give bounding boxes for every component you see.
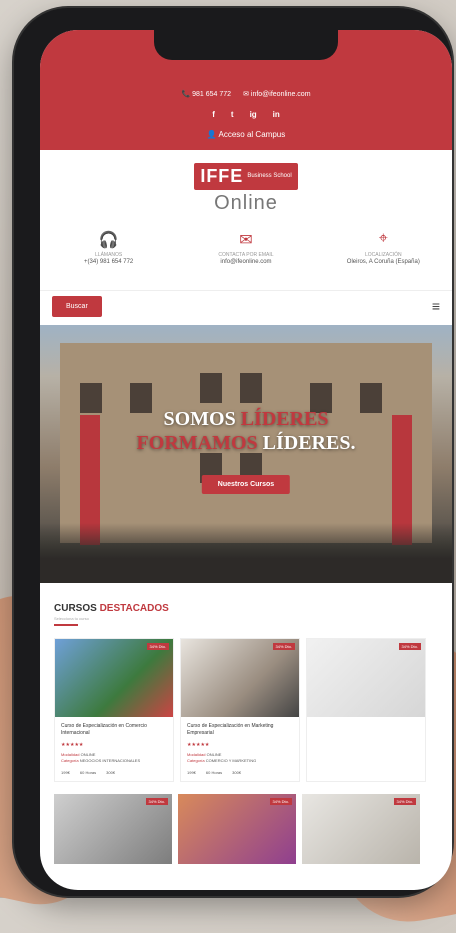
discount-badge: 34% Dto. [398,643,421,650]
discount-badge: 34% Dto. [145,798,168,805]
featured-title-b: DESTACADOS [99,603,169,614]
course-plazo: 300€ [106,770,116,775]
info-email[interactable]: ✉ CONTACTA POR EMAIL info@ifeonline.com [186,230,306,265]
course-cards: 34% Dto. Curso de Especialización en Com… [54,638,438,782]
linkedin-icon[interactable]: in [273,110,280,119]
title-underline [54,624,78,626]
phone-screen: 📞 981 654 772 ✉ info@ifeonline.com f t i… [40,30,452,890]
course-body: Curso de Especialización en Marketing Em… [181,717,299,781]
phone-frame: 📞 981 654 772 ✉ info@ifeonline.com f t i… [14,8,452,896]
course-price: 199€ [61,770,70,775]
hero-line1-b: LÍDERES [240,408,329,430]
hamburger-menu-icon[interactable]: ≡ [432,298,440,314]
info-value: +(34) 981 654 772 [84,259,134,265]
course-card[interactable]: 34% Dto. [302,794,420,864]
course-title[interactable]: Curso de Especialización en Comercio Int… [61,723,167,739]
info-location[interactable]: ⌖ LOCALIZACIÓN Oleiros, A Coruña (España… [323,230,443,265]
hero-line1-a: SOMOS [163,408,241,430]
course-card[interactable]: 34% Dto. Curso de Especialización en Mar… [180,638,300,782]
hero-headline: SOMOS LÍDERES FORMAMOS LÍDERES. [40,407,452,455]
course-modalidad: ONLINE [80,752,96,757]
course-title[interactable]: Curso de Especialización en Marketing Em… [187,723,293,739]
course-card[interactable]: 34% Dto. [54,794,172,864]
site-logo[interactable]: IFFE Business School Online [40,150,452,228]
course-price: 199€ [187,770,196,775]
headset-icon: 🎧 [98,232,119,249]
search-button[interactable]: Buscar [52,295,102,317]
discount-badge: 34% Dto. [269,798,292,805]
course-footer: 199€ 60 Horas 300€ [187,770,293,775]
nav-row: Buscar ≡ [40,290,452,321]
top-contact: 📞 981 654 772 ✉ info@ifeonline.com [40,90,452,98]
course-image: 34% Dto. [307,639,425,717]
course-card[interactable]: 34% Dto. [306,638,426,782]
featured-title-a: CURSOS [54,603,100,614]
location-pin-icon: ⌖ [378,230,388,247]
hero-banner: SOMOS LÍDERES FORMAMOS LÍDERES. Nuestros… [40,325,452,583]
course-hours: 60 Horas [205,770,223,775]
twitter-icon[interactable]: t [231,110,234,119]
social-links: f t ig in [40,110,452,119]
course-image: 34% Dto. [55,639,173,717]
course-meta: Modalidad ONLINE Categoría COMERCIO Y MAR… [187,752,257,763]
phone-text: 981 654 772 [192,91,232,98]
info-title: LLÁMANOS [95,252,123,258]
featured-section: CURSOS DESTACADOS Selecciona tu curso 34… [40,583,452,864]
course-body [307,717,425,729]
email-link[interactable]: ✉ info@ifeonline.com [243,90,310,98]
hero-line2-b: LÍDERES. [262,432,356,454]
hero-crowd [40,523,452,583]
phone-notch [154,30,338,60]
featured-title: CURSOS DESTACADOS [54,603,438,614]
discount-badge: 34% Dto. [393,798,416,805]
info-value: info@ifeonline.com [220,259,272,265]
course-card[interactable]: 34% Dto. [178,794,296,864]
instagram-icon[interactable]: ig [250,110,257,119]
info-value: Oleiros, A Coruña (España) [346,259,420,265]
course-cards-row2: 34% Dto. 34% Dto. 34% Dto. [54,794,438,864]
course-modalidad: ONLINE [206,752,222,757]
course-category: COMERCIO Y MARKETING [205,758,257,763]
course-body: Curso de Especialización en Comercio Int… [55,717,173,781]
email-text: info@ifeonline.com [250,91,311,98]
logo-badge: IFFE Business School [194,163,298,190]
course-image: 34% Dto. [181,639,299,717]
info-row: 🎧 LLÁMANOS +(34) 981 654 772 ✉ CONTACTA … [40,228,452,290]
course-category: NEGOCIOS INTERNACIONALES [79,758,141,763]
course-plazo: 300€ [232,770,242,775]
info-call[interactable]: 🎧 LLÁMANOS +(34) 981 654 772 [49,230,169,265]
featured-subtitle: Selecciona tu curso [54,616,89,621]
mail-icon: ✉ [239,232,253,249]
phone-link[interactable]: 📞 981 654 772 [181,90,231,98]
logo-subtitle: Business School [247,173,292,179]
logo-brand: IFFE [200,166,244,186]
facebook-icon[interactable]: f [212,110,215,119]
course-hours: 60 Horas [79,770,97,775]
logo-online: Online [214,192,278,214]
info-title: CONTACTA POR EMAIL [218,252,274,258]
discount-badge: 34% Dto. [272,643,295,650]
info-title: LOCALIZACIÓN [364,252,402,258]
hero-line2-a: FORMAMOS [136,432,263,454]
our-courses-button[interactable]: Nuestros Cursos [201,475,291,494]
rating-stars: ★★★★★ [187,742,210,748]
campus-access-label: Acceso al Campus [218,130,286,139]
course-footer: 199€ 60 Horas 300€ [61,770,167,775]
rating-stars: ★★★★★ [61,742,84,748]
discount-badge: 34% Dto. [146,643,169,650]
course-card[interactable]: 34% Dto. Curso de Especialización en Com… [54,638,174,782]
course-meta: Modalidad ONLINE Categoría NEGOCIOS INTER… [61,752,141,763]
campus-access-link[interactable]: 👤 Acceso al Campus [40,130,452,139]
